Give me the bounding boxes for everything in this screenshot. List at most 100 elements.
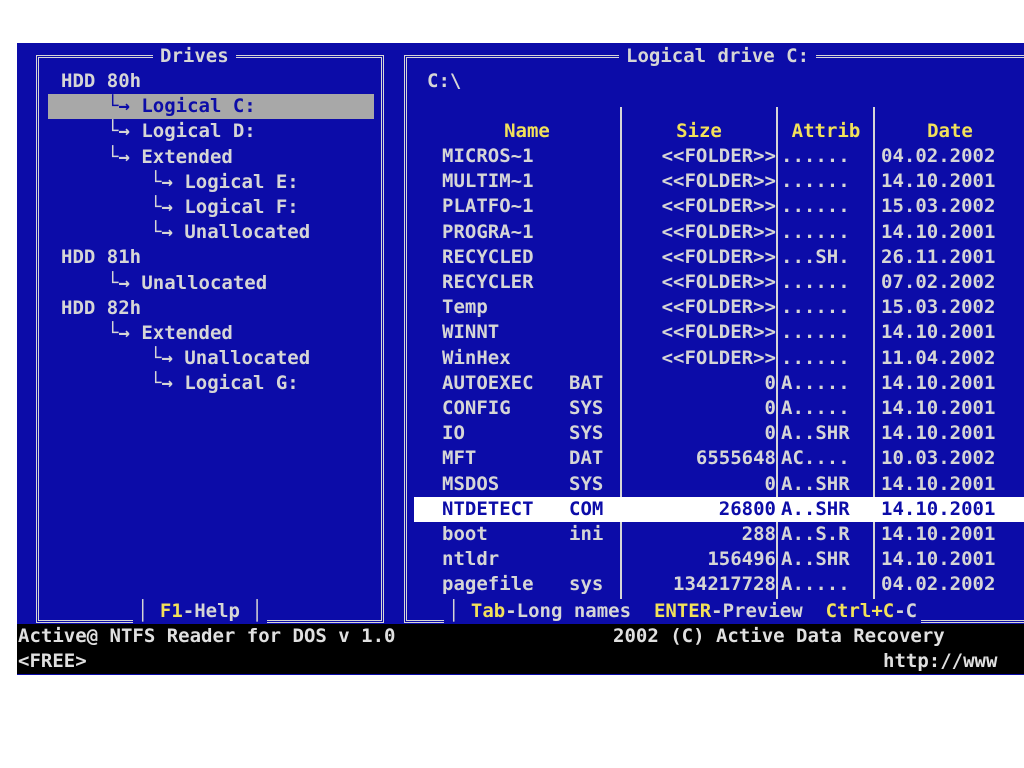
table-row[interactable]: Temp <<FOLDER>>...... 15.03.2002 (414, 295, 1024, 320)
file-name: MULTIM~1 (442, 170, 534, 193)
file-attrib: ...... (781, 296, 850, 319)
file-name: boot (442, 523, 488, 545)
table-row[interactable]: boot ini 288 A..S.R 14.10.2001 (414, 522, 1024, 547)
tree-item[interactable]: └→ Logical C: (48, 94, 374, 120)
column-header-attrib[interactable]: Attrib (779, 119, 873, 144)
file-size: <<FOLDER>> (661, 271, 776, 293)
column-header-size[interactable]: Size (623, 119, 775, 144)
tree-item[interactable]: └→ Logical E: (150, 170, 299, 195)
file-size: 0 (764, 371, 776, 394)
table-row[interactable]: MFT DAT 6555648 AC.... 10.03.2002 (414, 446, 1024, 471)
tree-item-label: Logical C: (141, 95, 256, 118)
table-row[interactable]: CONFIG SYS 0 A..... 14.10.2001 (414, 396, 1024, 421)
copyright: 2002 (C) Active Data Recovery (613, 625, 945, 647)
status-bar-2: <FREE> http://www (17, 649, 1024, 674)
file-name: MFT (442, 447, 477, 470)
file-name: CONFIG (442, 397, 511, 419)
file-ext: DAT (569, 447, 604, 470)
tree-item[interactable]: HDD 80h (61, 69, 141, 94)
file-attrib: AC.... (781, 447, 850, 470)
tree-branch-icon: └→ (150, 170, 185, 193)
file-attrib: A..... (781, 371, 850, 394)
file-attrib: ...... (781, 271, 850, 293)
table-row[interactable]: MULTIM~1 <<FOLDER>>...... 14.10.2001 (414, 169, 1024, 194)
file-size: <<FOLDER>> (661, 296, 776, 319)
file-name: ntldr (442, 548, 500, 571)
file-size: 0 (764, 397, 776, 419)
column-header-date[interactable]: Date (876, 119, 1024, 144)
file-size: <<FOLDER>> (661, 321, 776, 344)
file-date: 26.11.2001 (881, 245, 996, 268)
table-row[interactable]: NTDETECT COM 26800 A..SHR 14.10.2001 (414, 496, 1024, 522)
file-size: <<FOLDER>> (661, 170, 776, 193)
file-size: 6555648 (695, 447, 776, 470)
file-size: 0 (764, 472, 776, 495)
file-name: AUTOEXEC (442, 371, 534, 394)
file-size: 26800 (718, 497, 776, 520)
tree-item[interactable]: └→ Unallocated (107, 271, 267, 296)
file-attrib: A..... (781, 397, 850, 419)
tree-item-label: Unallocated (184, 347, 311, 370)
file-name: PROGRA~1 (442, 220, 534, 243)
table-row[interactable]: WINNT <<FOLDER>>...... 14.10.2001 (414, 320, 1024, 345)
table-row[interactable]: IO SYS 0 A..SHR 14.10.2001 (414, 421, 1024, 446)
tree-branch-icon: └→ (107, 271, 142, 294)
hint-key[interactable]: ENTER (654, 600, 711, 622)
hint-key[interactable]: Ctrl+C (826, 600, 895, 622)
hint-key[interactable]: Tab (471, 600, 505, 622)
free-label: <FREE> (18, 650, 87, 672)
file-date: 14.10.2001 (881, 422, 996, 445)
drives-panel-title: Drives (153, 44, 236, 68)
table-row[interactable]: RECYCLED <<FOLDER>> ...SH. 26.11.2001 (414, 245, 1024, 270)
help-hint[interactable]: │ F1-Help │ (133, 599, 267, 623)
current-path: C:\ (427, 70, 462, 92)
table-row[interactable]: RECYCLER <<FOLDER>>...... 07.02.2002 (414, 270, 1024, 295)
tree-item[interactable]: └→ Logical F: (150, 195, 299, 220)
file-size: 0 (764, 422, 776, 445)
tree-item-label: Unallocated (141, 271, 268, 294)
table-row[interactable]: PROGRA~1 <<FOLDER>>...... 14.10.2001 (414, 220, 1024, 245)
file-ext: COM (569, 497, 604, 520)
tree-item-label: Unallocated (184, 221, 311, 244)
tree-item[interactable]: └→ Unallocated (150, 220, 310, 245)
file-date: 15.03.2002 (881, 296, 996, 319)
tree-item-label: Extended (141, 145, 233, 168)
tree-item[interactable]: └→ Extended (107, 321, 233, 346)
file-size: <<FOLDER>> (661, 145, 776, 167)
table-row[interactable]: ntldr 156496 A..SHR 14.10.2001 (414, 547, 1024, 572)
hint-label: -Preview (711, 600, 803, 622)
file-date: 14.10.2001 (881, 497, 996, 520)
table-row[interactable]: pagefile sys 134217728 A..... 04.02.2002 (414, 572, 1024, 597)
file-date: 14.10.2001 (881, 371, 996, 394)
tree-item-label: HDD 81h (61, 246, 142, 269)
file-date: 07.02.2002 (881, 271, 996, 293)
file-date: 04.02.2002 (881, 145, 996, 167)
hint-label: -Long names (505, 600, 632, 622)
tree-branch-icon: └→ (150, 372, 185, 395)
website-url[interactable]: http://www (883, 649, 997, 674)
tree-item[interactable]: └→ Unallocated (150, 346, 310, 371)
table-row[interactable]: PLATFO~1 <<FOLDER>>...... 15.03.2002 (414, 194, 1024, 219)
tree-branch-icon: └→ (150, 196, 185, 218)
tree-item[interactable]: HDD 81h (61, 245, 141, 270)
file-name: WinHex (442, 346, 511, 369)
tree-branch-icon: └→ (150, 347, 185, 370)
file-attrib: ...... (781, 170, 850, 193)
tree-item-label: Extended (141, 322, 233, 344)
column-header-name[interactable]: Name (437, 119, 617, 144)
file-date: 14.10.2001 (881, 472, 996, 495)
table-row[interactable]: MSDOS SYS 0 A..SHR 14.10.2001 (414, 472, 1024, 497)
tree-branch-icon: └→ (107, 322, 142, 344)
table-row[interactable]: AUTOEXEC BAT 0 A..... 14.10.2001 (414, 371, 1024, 396)
app-title: Active@ NTFS Reader for DOS v 1.0 (18, 625, 396, 647)
table-row[interactable]: MICROS~1 <<FOLDER>>...... 04.02.2002 (414, 144, 1024, 169)
tree-item[interactable]: HDD 82h (61, 296, 141, 321)
dos-screen: Drives HDD 80h └→ Logical C: └→ Logical D:… (17, 43, 1024, 675)
file-attrib: ...... (781, 346, 850, 369)
tree-item[interactable]: └→ Extended (107, 145, 233, 170)
table-row[interactable]: WinHex <<FOLDER>>...... 11.04.2002 (414, 346, 1024, 371)
tree-item[interactable]: └→ Logical G: (150, 371, 299, 396)
file-ext: SYS (569, 422, 604, 445)
file-name: pagefile (442, 573, 534, 596)
tree-item[interactable]: └→ Logical D: (107, 119, 256, 144)
